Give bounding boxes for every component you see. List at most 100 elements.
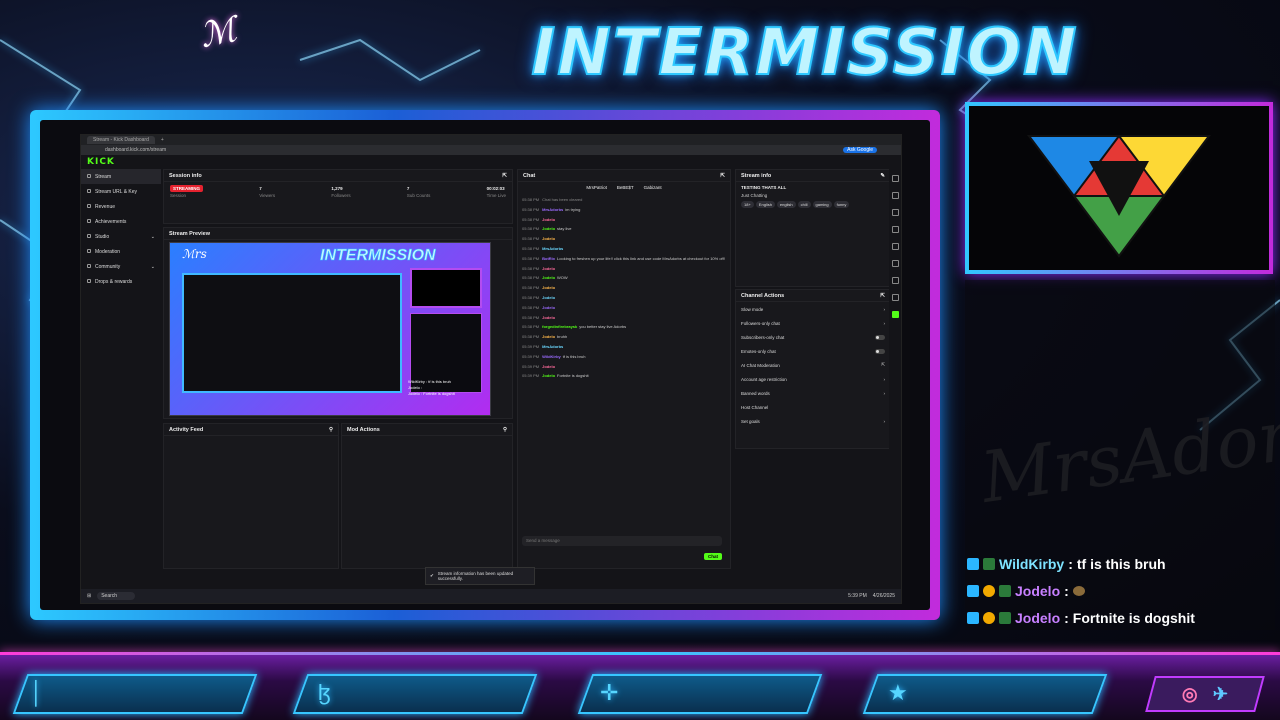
chevron-right-icon: › — [883, 418, 886, 424]
chat-time: 05:38 PM — [522, 275, 540, 281]
channel-action-item[interactable]: Banned words › — [736, 386, 890, 400]
close-icon[interactable] — [891, 209, 899, 216]
chat-time: 05:38 PM — [522, 226, 540, 232]
windows-taskbar: ⊞ Search 5:39 PM 4/26/2025 — [81, 589, 901, 603]
preview-signature: ℳrs — [182, 247, 207, 261]
chat-user[interactable]: Jodelo — [542, 217, 555, 222]
sidebar-item-studio[interactable]: Studio ⌄ — [81, 229, 161, 244]
sidebar-item-drops[interactable]: Drops & rewards — [81, 274, 161, 289]
kick-logo[interactable]: KICK — [87, 157, 115, 167]
channel-action-item[interactable]: Followers-only chat › — [736, 316, 890, 330]
sidebar-item-community[interactable]: Community ⌄ — [81, 259, 161, 274]
ask-google-button[interactable]: Ask Google — [843, 147, 877, 153]
chat-user[interactable]: Jodelo — [542, 266, 555, 271]
url-input[interactable]: dashboard.kick.com/stream — [105, 147, 166, 153]
chat-user[interactable]: MrsAdorbs — [542, 246, 563, 251]
channel-action-item[interactable]: Slow mode › — [736, 302, 890, 316]
overlay-chat-separator: : — [1064, 583, 1069, 599]
sidebar-item-stream-url[interactable]: Stream URL & Key — [81, 184, 161, 199]
preview-chat-user: Jodelo — [408, 391, 420, 396]
sidebar-item-moderation[interactable]: Moderation — [81, 244, 161, 259]
action-icon[interactable] — [891, 311, 899, 318]
channel-action-item[interactable]: Host Channel — [736, 400, 890, 414]
studio-icon — [87, 233, 91, 238]
stream-info-title: Stream info — [741, 172, 772, 179]
browser-tab[interactable]: Stream - Kick Dashboard — [87, 136, 155, 144]
toast-message: Stream information has been updated succ… — [437, 571, 514, 581]
chat-user[interactable]: MrsAdorbs — [542, 344, 563, 349]
popout-icon[interactable]: ⇱ — [880, 293, 885, 299]
channel-action-item[interactable]: Set goals › — [736, 414, 890, 428]
chat-time: 05:38 PM — [522, 324, 540, 330]
edit-icon[interactable]: ✎ — [880, 173, 885, 179]
overlay-chat-user: WildKirby — [999, 556, 1065, 572]
channel-action-item[interactable]: AI Chat Moderation ⇱ — [736, 358, 890, 372]
chat-user[interactable]: Jodelo — [542, 373, 555, 378]
edit-icon[interactable] — [891, 192, 899, 199]
stream-info-panel: Stream info ✎ TESTING THATS ALL Just Chat… — [735, 169, 891, 287]
chat-user[interactable]: MrsAdorbs — [542, 207, 563, 212]
list-icon[interactable] — [891, 243, 899, 250]
preview-chat-line: Jodelo : Fortnite is dogshit — [408, 391, 455, 396]
mic-icon[interactable] — [891, 294, 899, 301]
chat-input[interactable]: Send a message — [522, 536, 722, 546]
check-icon: ✔ — [430, 573, 434, 578]
chat-user[interactable]: Jodelo — [542, 364, 555, 369]
tag: english — [776, 201, 796, 208]
settings-icon[interactable] — [891, 175, 899, 182]
chat-send-button[interactable]: Chat — [704, 553, 722, 560]
kick-dashboard-screen: Stream - Kick Dashboard + dashboard.kick… — [80, 134, 902, 604]
trophy-icon — [87, 218, 91, 223]
chat-user[interactable]: Jodelo — [542, 275, 555, 280]
camera-icon[interactable] — [891, 260, 899, 267]
taskbar-search[interactable]: Search — [97, 592, 136, 600]
stat-value: 7 — [259, 186, 262, 191]
channel-action-item[interactable]: Account age restriction › — [736, 372, 890, 386]
toggle-switch[interactable] — [875, 334, 885, 340]
preview-intermission-title: INTERMISSION — [320, 247, 436, 265]
instagram-icon[interactable]: ◎ — [1182, 684, 1198, 705]
windows-start-icon[interactable]: ⊞ — [87, 593, 91, 599]
chat-user[interactable]: Jodelo — [542, 285, 555, 290]
popout-icon[interactable]: ⇱ — [502, 173, 507, 179]
stream-preview-video[interactable]: ℳrs INTERMISSION WildKirby : tf is this … — [169, 242, 491, 416]
url-bar: dashboard.kick.com/stream Ask Google — [81, 145, 901, 155]
panel-header: Channel Actions ⇱ — [736, 290, 890, 302]
stream-tags: 18+ English english chill gaming funny — [736, 201, 890, 208]
overlay-chat-user: Jodelo — [1015, 583, 1061, 599]
preview-camera — [410, 268, 482, 308]
chat-user[interactable]: Jodelo — [542, 295, 555, 300]
stat-value: 7 — [406, 186, 410, 191]
chat-user[interactable]: Jodelo — [542, 236, 555, 241]
sidebar-item-revenue[interactable]: Revenue — [81, 199, 161, 214]
kick-header: KICK — [81, 155, 901, 169]
top-user[interactable]: Gabizant — [644, 185, 662, 190]
chat-message: 05:38 PM Jodelo stay live — [522, 224, 726, 234]
toggle-switch[interactable] — [875, 348, 885, 354]
chat-user[interactable]: Jodelo — [542, 315, 555, 320]
chat-user[interactable]: BotRix — [542, 256, 555, 261]
stream-preview-title: Stream Preview — [169, 230, 210, 237]
plus-icon: ✛ — [600, 680, 619, 705]
filter-icon[interactable]: ⚲ — [503, 427, 507, 433]
chat-user[interactable]: Jodelo — [542, 334, 555, 339]
popout-icon[interactable]: ⇱ — [720, 173, 725, 179]
channel-action-item[interactable]: Emotes-only chat — [736, 344, 890, 358]
chat-user[interactable]: forgedinfirebraysk — [542, 324, 577, 329]
channel-action-item[interactable]: Subscribers-only chat — [736, 330, 890, 344]
top-user[interactable]: MrsPatriot — [586, 185, 607, 190]
add-icon[interactable] — [891, 226, 899, 233]
top-user[interactable]: BeBE$T — [617, 185, 634, 190]
new-tab-icon[interactable]: + — [161, 137, 164, 143]
chat-user[interactable]: Jodelo — [542, 226, 555, 231]
chat-user[interactable]: Jodelo — [542, 305, 555, 310]
filter-icon[interactable]: ⚲ — [329, 427, 333, 433]
link-icon[interactable] — [891, 277, 899, 284]
sidebar-item-achievements[interactable]: Achievements — [81, 214, 161, 229]
sidebar-item-stream[interactable]: Stream — [81, 169, 161, 184]
chat-system-line: 05:38 PM Chat has been cleared — [522, 195, 726, 205]
chat-time: 05:38 PM — [522, 216, 540, 222]
twitter-icon[interactable]: ✈ — [1213, 684, 1228, 705]
chat-user[interactable]: WildKirby — [542, 354, 561, 359]
stream-title: TESTING THATS ALL — [741, 185, 787, 190]
